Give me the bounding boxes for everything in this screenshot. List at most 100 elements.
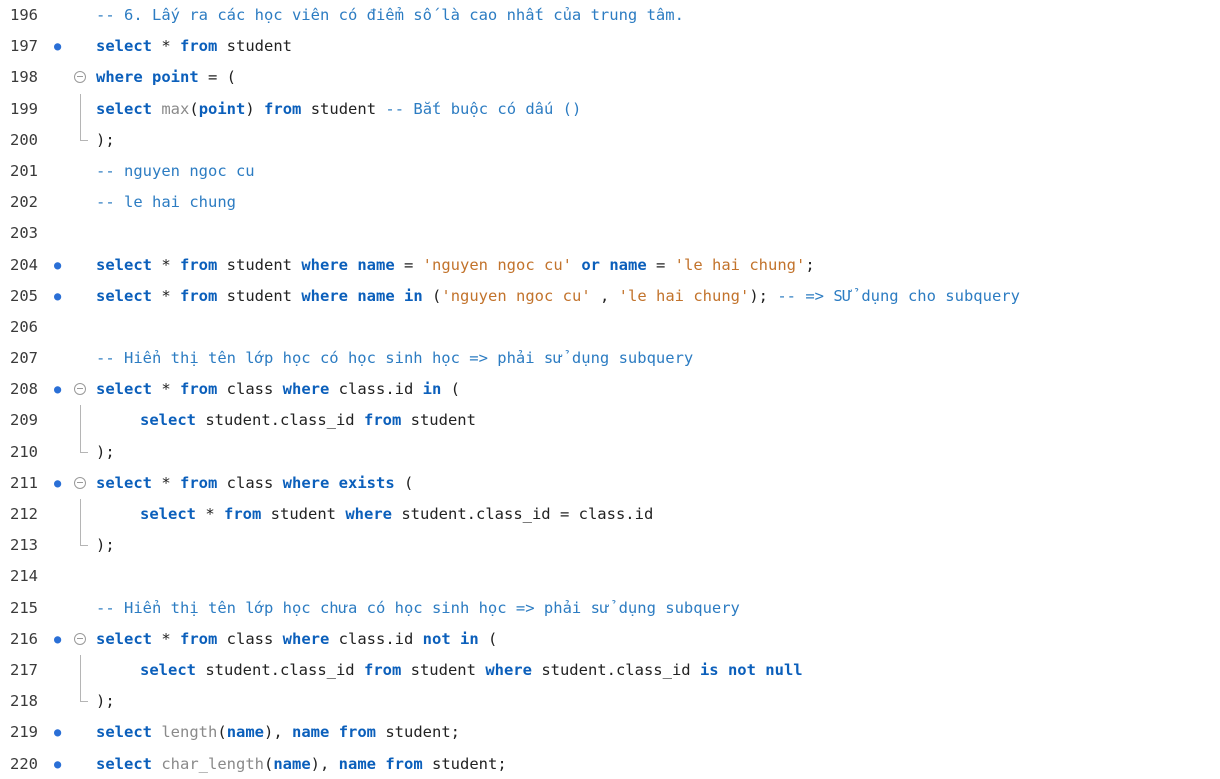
code-token: ) — [245, 99, 255, 118]
dot-icon[interactable]: ● — [54, 374, 61, 405]
code-line[interactable]: 205 ● select * from student where name in … — [0, 281, 1220, 312]
code-token: 'le hai chung' — [674, 255, 806, 274]
code-line[interactable]: 215 -- Hiển thị tên lớp học chưa có học s… — [0, 593, 1220, 624]
code-token: or — [581, 255, 600, 274]
code-line[interactable]: 208 ● select * from class where class.id i… — [0, 374, 1220, 405]
code-line[interactable]: 220 ● select char_length(name), name from … — [0, 749, 1220, 779]
code-line[interactable]: 203 — [0, 218, 1220, 249]
code-line[interactable]: 201 -- nguyen ngoc cu — [0, 156, 1220, 187]
code-text[interactable]: select * from class where class.id not i… — [96, 624, 497, 655]
code-line[interactable]: 200); — [0, 124, 1220, 156]
code-token: from — [180, 255, 218, 274]
dot-icon[interactable]: ● — [54, 31, 61, 62]
code-token: select — [140, 505, 196, 523]
code-line[interactable]: 196 -- 6. Lấy ra các học viên có điểm số … — [0, 0, 1220, 31]
code-token: ); — [96, 692, 115, 711]
code-text[interactable]: select char_length(name), name from stud… — [96, 749, 507, 779]
code-text[interactable]: -- le hai chung — [96, 187, 236, 218]
code-token: where — [301, 255, 348, 274]
code-token: student — [217, 255, 302, 274]
code-token: ; — [805, 255, 815, 274]
fold-collapse-icon[interactable] — [74, 383, 86, 396]
code-token: select — [96, 255, 152, 274]
code-token: select — [96, 754, 152, 773]
code-token: where — [301, 286, 348, 305]
code-line[interactable]: 209 select student.class_id from student — [0, 405, 1220, 437]
code-line[interactable]: 198 where point = ( — [0, 62, 1220, 93]
code-token: class — [217, 473, 283, 492]
code-text[interactable]: select length(name), name from student; — [96, 717, 460, 748]
code-token: ), — [310, 754, 339, 773]
code-token: class — [217, 629, 283, 648]
code-token: where — [282, 629, 330, 648]
code-line[interactable]: 197 ● select * from student — [0, 31, 1220, 62]
dot-icon[interactable]: ● — [54, 624, 61, 655]
code-token: where — [282, 380, 330, 399]
code-line[interactable]: 202 -- le hai chung — [0, 187, 1220, 218]
line-number: 209 — [10, 411, 38, 430]
code-token: * — [152, 37, 180, 56]
code-text[interactable]: -- Hiển thị tên lớp học chưa có học sinh… — [96, 593, 740, 624]
fold-collapse-icon[interactable] — [74, 71, 86, 84]
code-line[interactable]: 206 — [0, 312, 1220, 343]
code-text[interactable]: select * from student where name in ('ng… — [96, 281, 1020, 312]
fold-collapse-icon[interactable] — [74, 632, 86, 645]
code-text[interactable]: select * from student where student.clas… — [140, 499, 653, 530]
code-line[interactable]: 213); — [0, 530, 1220, 561]
code-token: * — [152, 286, 180, 305]
code-token: select — [96, 99, 152, 118]
code-line[interactable]: 204 ● select * from student where name = '… — [0, 250, 1220, 281]
code-token: -- Bắt buộc có dấu () — [385, 99, 582, 118]
code-token: * — [196, 505, 224, 523]
code-text[interactable]: select * from student — [96, 31, 292, 62]
dot-icon[interactable]: ● — [54, 250, 61, 281]
code-line[interactable]: 216 ● select * from class where class.id n… — [0, 624, 1220, 655]
dot-icon[interactable]: ● — [54, 468, 61, 499]
code-token: from — [264, 99, 302, 118]
code-lines: 196 -- 6. Lấy ra các học viên có điểm số … — [0, 0, 1220, 779]
code-text[interactable]: -- Hiển thị tên lớp học có học sinh học … — [96, 343, 693, 374]
code-token: point — [198, 99, 246, 118]
code-token: student.class_id — [196, 660, 364, 679]
code-token: where — [96, 68, 143, 87]
code-text[interactable]: select max(point) from student -- Bắt bu… — [96, 94, 581, 125]
code-token: char_length — [161, 754, 264, 773]
code-text[interactable]: ); — [96, 530, 115, 561]
code-text[interactable]: select * from student where name = 'nguy… — [96, 250, 815, 281]
code-token: where — [282, 473, 330, 492]
sql-editor[interactable]: 196 -- 6. Lấy ra các học viên có điểm số … — [0, 0, 1220, 779]
code-token: from — [338, 723, 377, 742]
code-token: student; — [376, 723, 461, 742]
code-token: student.class_id — [531, 660, 700, 679]
fold-collapse-icon[interactable] — [74, 476, 86, 489]
code-text[interactable]: select * from class where exists ( — [96, 468, 413, 499]
code-text[interactable]: where point = ( — [96, 62, 236, 93]
code-text[interactable]: select student.class_id from student — [140, 405, 476, 436]
dot-icon[interactable]: ● — [54, 281, 61, 312]
code-line[interactable]: 212 select * from student where student.c… — [0, 499, 1220, 531]
code-token: not in — [422, 629, 479, 648]
code-line[interactable]: 214 — [0, 561, 1220, 592]
code-line[interactable]: 199 select max(point) from student -- Bắt… — [0, 93, 1220, 125]
code-text[interactable]: ); — [96, 125, 115, 156]
dot-icon[interactable]: ● — [54, 717, 61, 748]
dot-icon[interactable]: ● — [54, 749, 61, 779]
line-number: 219 — [10, 723, 38, 742]
line-number: 210 — [10, 442, 38, 461]
code-token: student — [217, 286, 302, 305]
code-text[interactable]: -- nguyen ngoc cu — [96, 156, 255, 187]
code-line[interactable]: 207 -- Hiển thị tên lớp học có học sinh h… — [0, 343, 1220, 374]
code-text[interactable]: -- 6. Lấy ra các học viên có điểm số là … — [96, 0, 684, 31]
code-token: name — [292, 723, 330, 742]
code-line[interactable]: 217 select student.class_id from student … — [0, 654, 1220, 687]
code-text[interactable]: ); — [96, 437, 115, 468]
code-text[interactable]: ); — [96, 686, 115, 717]
code-line[interactable]: 210); — [0, 436, 1220, 468]
code-text[interactable]: select student.class_id from student whe… — [140, 655, 803, 686]
code-text[interactable]: select * from class where class.id in ( — [96, 374, 460, 405]
code-token: class.id — [329, 380, 423, 399]
code-line[interactable]: 211 ● select * from class where exists ( — [0, 468, 1220, 499]
code-line[interactable]: 218); — [0, 686, 1220, 717]
code-line[interactable]: 219 ● select length(name), name from stude… — [0, 717, 1220, 748]
